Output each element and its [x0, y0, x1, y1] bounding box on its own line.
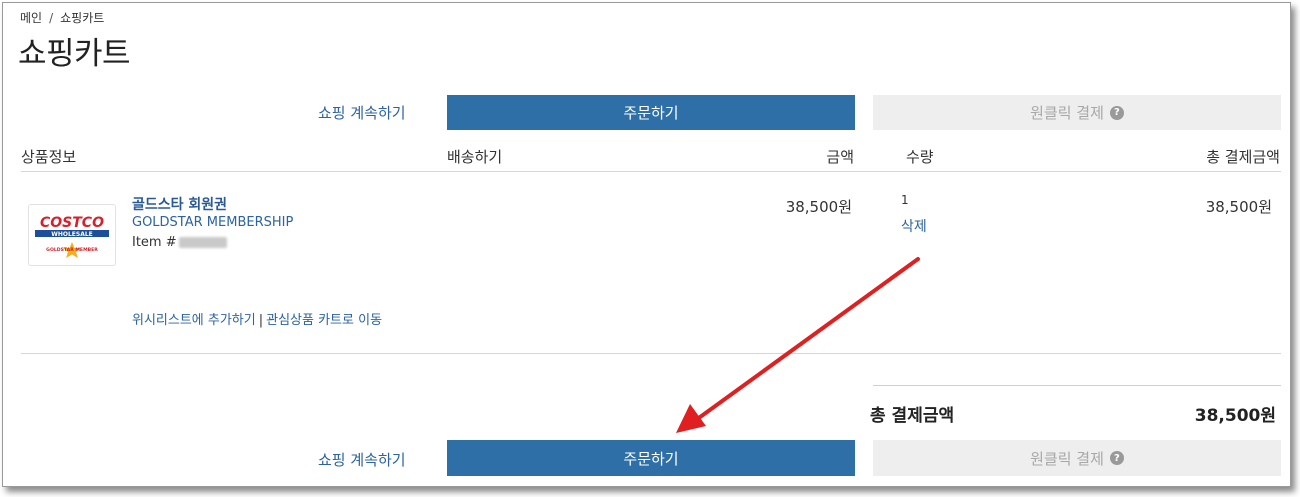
column-shipping: 배송하기: [447, 148, 503, 166]
add-to-wishlist-link[interactable]: 위시리스트에 추가하기: [132, 313, 256, 328]
continue-shopping-link-top[interactable]: 쇼핑 계속하기: [318, 102, 406, 123]
breadcrumb-separator: /: [49, 11, 54, 25]
move-to-saved-cart-link[interactable]: 관심상품 카트로 이동: [266, 313, 382, 328]
column-amount: 금액: [826, 148, 854, 166]
item-divider: [21, 353, 1281, 354]
product-name-korean[interactable]: 골드스타 회원권: [132, 194, 227, 214]
item-price: 38,500원: [785, 198, 852, 216]
product-logo: COSTCO WHOLESALE GOLDSTAR MEMBER: [28, 204, 116, 266]
order-button-label: 주문하기: [623, 104, 679, 122]
one-click-pay-label: 원클릭 결제: [1030, 104, 1104, 122]
product-item-number: Item #: [132, 235, 227, 250]
svg-text:GOLDSTAR MEMBER: GOLDSTAR MEMBER: [46, 247, 98, 253]
order-button-label: 주문하기: [623, 449, 679, 468]
item-number-prefix: Item #: [132, 235, 177, 250]
one-click-pay-button-top[interactable]: 원클릭 결제 ?: [873, 95, 1281, 130]
item-quantity: 1: [901, 193, 909, 207]
item-links: 위시리스트에 추가하기 | 관심상품 카트로 이동: [132, 309, 382, 328]
one-click-pay-label: 원클릭 결제: [1030, 449, 1104, 468]
item-number-redacted: [178, 237, 227, 248]
product-name-english[interactable]: GOLDSTAR MEMBERSHIP: [132, 215, 293, 230]
header-divider: [21, 171, 1281, 172]
total-amount-value: 38,500원: [1194, 406, 1276, 426]
svg-text:WHOLESALE: WHOLESALE: [51, 231, 93, 238]
column-product-info: 상품정보: [21, 148, 77, 166]
breadcrumb: 메인 / 쇼핑카트: [20, 9, 104, 26]
help-icon[interactable]: ?: [1109, 105, 1124, 120]
page-title: 쇼핑카트: [18, 36, 131, 72]
costco-goldstar-logo-icon: COSTCO WHOLESALE GOLDSTAR MEMBER: [33, 213, 111, 258]
breadcrumb-home[interactable]: 메인: [20, 9, 42, 26]
help-icon[interactable]: ?: [1109, 451, 1124, 465]
item-line-total: 38,500원: [1205, 198, 1272, 216]
order-button-bottom[interactable]: 주문하기: [447, 440, 855, 476]
summary-divider: [873, 385, 1281, 386]
column-total-amount: 총 결제금액: [1206, 148, 1280, 166]
order-button-top[interactable]: 주문하기: [447, 95, 855, 130]
delete-item-link[interactable]: 삭제: [901, 216, 927, 236]
total-amount-label: 총 결제금액: [870, 406, 955, 426]
link-separator: |: [258, 313, 264, 328]
svg-text:COSTCO: COSTCO: [40, 215, 104, 231]
column-quantity: 수량: [906, 148, 934, 166]
breadcrumb-current: 쇼핑카트: [60, 11, 105, 25]
one-click-pay-button-bottom[interactable]: 원클릭 결제 ?: [873, 440, 1281, 476]
continue-shopping-link-bottom[interactable]: 쇼핑 계속하기: [318, 449, 406, 470]
